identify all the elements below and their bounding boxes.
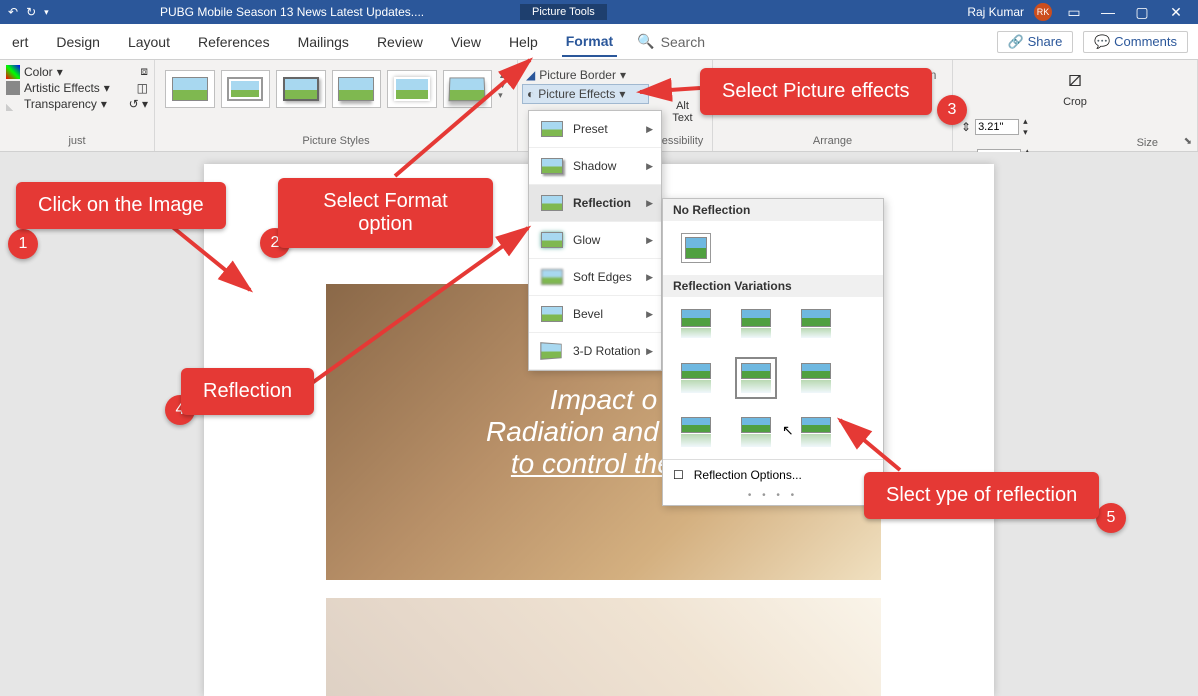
fx-shadow[interactable]: Shadow▶ — [529, 148, 661, 185]
transparency-button[interactable]: Transparency ▾ — [6, 97, 107, 111]
callout-2: Select Format option — [278, 178, 493, 248]
fx-preset[interactable]: Preset▶ — [529, 111, 661, 148]
callout-3: Select Picture effects — [700, 68, 932, 115]
refl-option-3[interactable] — [801, 309, 831, 339]
callout-5: Slect ype of reflection — [864, 472, 1099, 519]
tab-view[interactable]: View — [447, 28, 485, 56]
callout-num-3: 3 — [937, 95, 967, 125]
user-avatar[interactable]: RK — [1034, 3, 1052, 21]
picture-border-button[interactable]: ◢Picture Border ▾ — [522, 66, 649, 84]
redo-icon[interactable]: ↻ — [26, 5, 36, 19]
callout-4: Reflection — [181, 368, 314, 415]
refl-option-8[interactable] — [741, 417, 771, 447]
picture-effects-menu: Preset▶ Shadow▶ Reflection▶ Glow▶ Soft E… — [528, 110, 662, 371]
size-dialog-launcher[interactable]: ⬊ — [1184, 136, 1192, 147]
refl-header-variations: Reflection Variations — [663, 275, 883, 297]
artistic-effects-button[interactable]: Artistic Effects ▾ — [6, 81, 110, 95]
reflection-options-button[interactable]: ☐ Reflection Options... — [663, 459, 883, 490]
tab-mailings[interactable]: Mailings — [294, 28, 353, 56]
style-thumb-1[interactable] — [165, 70, 215, 108]
quick-access: ↶ ↻ ▾ — [0, 5, 57, 19]
share-button[interactable]: 🔗 Share — [997, 31, 1074, 53]
height-icon: ⇕ — [961, 120, 971, 134]
refl-option-1[interactable] — [681, 309, 711, 339]
search-box[interactable]: 🔍 Search — [637, 33, 705, 50]
group-size: ⧄ Crop ⇕▴▾ ⇔▴▾ Size ⬊ — [953, 60, 1198, 151]
tab-layout[interactable]: Layout — [124, 28, 174, 56]
tab-help[interactable]: Help — [505, 28, 542, 56]
user-name: Raj Kumar — [967, 5, 1024, 19]
fx-glow[interactable]: Glow▶ — [529, 222, 661, 259]
resize-handle-icon[interactable]: • • • • — [663, 490, 883, 501]
border-icon: ◢ — [526, 68, 535, 82]
title-bar: ↶ ↻ ▾ PUBG Mobile Season 13 News Latest … — [0, 0, 1198, 24]
comments-button[interactable]: 💬 Comments — [1083, 31, 1188, 53]
refl-option-7[interactable] — [681, 417, 711, 447]
fx-soft-edges[interactable]: Soft Edges▶ — [529, 259, 661, 296]
height-input[interactable]: ⇕▴▾ — [961, 116, 1189, 138]
search-icon: 🔍 — [637, 33, 654, 50]
reflection-submenu: No Reflection Reflection Variations ☐ Re… — [662, 198, 884, 506]
fx-bevel[interactable]: Bevel▶ — [529, 296, 661, 333]
callout-1: Click on the Image — [16, 182, 226, 229]
tab-format[interactable]: Format — [562, 27, 617, 57]
tab-design[interactable]: Design — [52, 28, 104, 56]
dropdown-icon[interactable]: ▾ — [44, 7, 49, 18]
cursor-icon: ↖ — [782, 422, 794, 439]
color-button[interactable]: Color ▾ — [6, 65, 63, 79]
refl-header-none: No Reflection — [663, 199, 883, 221]
fx-3d-rotation[interactable]: 3-D Rotation▶ — [529, 333, 661, 370]
picture-effects-button[interactable]: ◐Picture Effects ▾ — [522, 84, 649, 104]
tab-insert[interactable]: ert — [8, 28, 32, 56]
refl-option-4[interactable] — [681, 363, 711, 393]
image-text-line: Impact o — [550, 384, 657, 416]
callout-num-5: 5 — [1096, 503, 1126, 533]
effects-icon: ◐ — [527, 87, 534, 101]
crop-icon: ⧄ — [1068, 66, 1082, 92]
group-label-accessibility: essibility — [662, 135, 704, 147]
menu-bar: ert Design Layout References Mailings Re… — [0, 24, 1198, 60]
document-title: PUBG Mobile Season 13 News Latest Update… — [160, 5, 424, 19]
tab-references[interactable]: References — [194, 28, 274, 56]
refl-option-2[interactable] — [741, 309, 771, 339]
style-thumb-6[interactable] — [443, 70, 493, 108]
group-picture-styles: ▲▼▾ Picture Styles — [155, 60, 518, 151]
style-thumb-3[interactable] — [276, 70, 326, 108]
ribbon-display-icon[interactable]: ▭ — [1062, 4, 1086, 21]
tab-review[interactable]: Review — [373, 28, 427, 56]
search-placeholder: Search — [661, 34, 705, 50]
maximize-icon[interactable]: ▢ — [1130, 4, 1154, 21]
group-adjust: Color ▾ ⧈ Artistic Effects ▾ ◫ Transparenc… — [0, 60, 155, 151]
group-label-styles: Picture Styles — [161, 135, 511, 147]
minimize-icon[interactable]: — — [1096, 4, 1120, 20]
checkbox-icon: ☐ — [673, 468, 684, 482]
group-label-size: Size — [1137, 137, 1158, 149]
undo-icon[interactable]: ↶ — [8, 5, 18, 19]
refl-option-6[interactable] — [801, 363, 831, 393]
compress-icon[interactable]: ◫ — [137, 81, 148, 95]
style-gallery-scroll[interactable]: ▲▼▾ — [498, 70, 507, 108]
picture-tools-tab[interactable]: Picture Tools — [520, 4, 607, 20]
callout-num-1: 1 — [8, 229, 38, 259]
image-reflection: to control them — [326, 598, 881, 696]
close-icon[interactable]: ✕ — [1164, 4, 1188, 21]
style-thumb-2[interactable] — [221, 70, 271, 108]
remove-bg-icon[interactable]: ⧈ — [140, 64, 148, 79]
refl-option-5[interactable] — [741, 363, 771, 393]
reset-icon[interactable]: ↺ ▾ — [129, 97, 148, 111]
fx-reflection[interactable]: Reflection▶ — [529, 185, 661, 222]
refl-option-none[interactable] — [681, 233, 711, 263]
group-label-adjust: just — [6, 135, 148, 147]
refl-option-9[interactable] — [801, 417, 831, 447]
group-label-arrange: Arrange — [719, 135, 946, 147]
crop-button[interactable]: ⧄ Crop — [961, 64, 1189, 108]
style-thumb-5[interactable] — [387, 70, 437, 108]
style-thumb-4[interactable] — [332, 70, 382, 108]
alt-text-button[interactable]: Alt Text — [672, 100, 692, 124]
